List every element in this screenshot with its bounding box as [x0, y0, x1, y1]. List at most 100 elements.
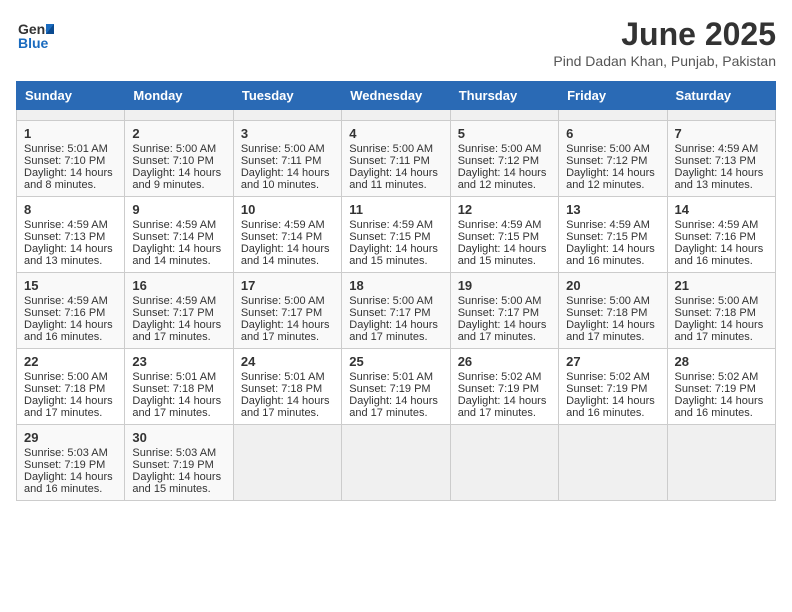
- daylight-text: Daylight: 14 hours and 17 minutes.: [132, 319, 221, 343]
- daylight-text: Daylight: 14 hours and 17 minutes.: [132, 395, 221, 419]
- day-number: 21: [675, 278, 768, 293]
- sunrise-text: Sunrise: 5:00 AM: [132, 143, 216, 155]
- calendar-cell: [125, 110, 233, 121]
- col-saturday: Saturday: [667, 82, 775, 110]
- sunrise-text: Sunrise: 5:00 AM: [566, 295, 650, 307]
- calendar-cell: 12Sunrise: 4:59 AMSunset: 7:15 PMDayligh…: [450, 197, 558, 273]
- calendar-cell: [233, 110, 341, 121]
- sunset-text: Sunset: 7:19 PM: [566, 383, 647, 395]
- sunset-text: Sunset: 7:16 PM: [24, 307, 105, 319]
- calendar-cell: 2Sunrise: 5:00 AMSunset: 7:10 PMDaylight…: [125, 121, 233, 197]
- sunrise-text: Sunrise: 5:00 AM: [566, 143, 650, 155]
- logo: General Blue: [16, 16, 54, 59]
- day-number: 11: [349, 202, 442, 217]
- sunset-text: Sunset: 7:15 PM: [458, 231, 539, 243]
- sunrise-text: Sunrise: 4:59 AM: [241, 219, 325, 231]
- calendar-table: Sunday Monday Tuesday Wednesday Thursday…: [16, 81, 776, 501]
- daylight-text: Daylight: 14 hours and 17 minutes.: [566, 319, 655, 343]
- calendar-cell: 22Sunrise: 5:00 AMSunset: 7:18 PMDayligh…: [17, 349, 125, 425]
- calendar-cell: [342, 425, 450, 501]
- sunrise-text: Sunrise: 5:01 AM: [241, 371, 325, 383]
- sunset-text: Sunset: 7:17 PM: [241, 307, 322, 319]
- sunset-text: Sunset: 7:19 PM: [675, 383, 756, 395]
- sunrise-text: Sunrise: 5:02 AM: [458, 371, 542, 383]
- sunrise-text: Sunrise: 5:00 AM: [458, 295, 542, 307]
- day-number: 15: [24, 278, 117, 293]
- sunset-text: Sunset: 7:10 PM: [24, 155, 105, 167]
- sunrise-text: Sunrise: 4:59 AM: [24, 295, 108, 307]
- sunset-text: Sunset: 7:14 PM: [241, 231, 322, 243]
- sunrise-text: Sunrise: 5:01 AM: [24, 143, 108, 155]
- calendar-cell: 21Sunrise: 5:00 AMSunset: 7:18 PMDayligh…: [667, 273, 775, 349]
- sunset-text: Sunset: 7:18 PM: [24, 383, 105, 395]
- day-number: 7: [675, 126, 768, 141]
- day-number: 16: [132, 278, 225, 293]
- sunrise-text: Sunrise: 5:00 AM: [458, 143, 542, 155]
- col-thursday: Thursday: [450, 82, 558, 110]
- day-number: 6: [566, 126, 659, 141]
- calendar-week-row: [17, 110, 776, 121]
- sunset-text: Sunset: 7:18 PM: [241, 383, 322, 395]
- daylight-text: Daylight: 14 hours and 17 minutes.: [349, 319, 438, 343]
- day-number: 26: [458, 354, 551, 369]
- sunset-text: Sunset: 7:12 PM: [566, 155, 647, 167]
- day-number: 3: [241, 126, 334, 141]
- calendar-cell: 25Sunrise: 5:01 AMSunset: 7:19 PMDayligh…: [342, 349, 450, 425]
- sunrise-text: Sunrise: 5:00 AM: [241, 295, 325, 307]
- day-number: 9: [132, 202, 225, 217]
- col-tuesday: Tuesday: [233, 82, 341, 110]
- calendar-cell: [559, 425, 667, 501]
- day-number: 18: [349, 278, 442, 293]
- daylight-text: Daylight: 14 hours and 16 minutes.: [675, 395, 764, 419]
- daylight-text: Daylight: 14 hours and 17 minutes.: [675, 319, 764, 343]
- sunset-text: Sunset: 7:19 PM: [458, 383, 539, 395]
- calendar-cell: 11Sunrise: 4:59 AMSunset: 7:15 PMDayligh…: [342, 197, 450, 273]
- calendar-cell: [342, 110, 450, 121]
- calendar-cell: 20Sunrise: 5:00 AMSunset: 7:18 PMDayligh…: [559, 273, 667, 349]
- daylight-text: Daylight: 14 hours and 16 minutes.: [675, 243, 764, 267]
- day-number: 10: [241, 202, 334, 217]
- sunrise-text: Sunrise: 4:59 AM: [675, 219, 759, 231]
- day-number: 14: [675, 202, 768, 217]
- calendar-cell: 17Sunrise: 5:00 AMSunset: 7:17 PMDayligh…: [233, 273, 341, 349]
- sunrise-text: Sunrise: 4:59 AM: [675, 143, 759, 155]
- calendar-cell: [17, 110, 125, 121]
- sunset-text: Sunset: 7:15 PM: [349, 231, 430, 243]
- svg-text:Blue: Blue: [18, 35, 49, 51]
- sunset-text: Sunset: 7:10 PM: [132, 155, 213, 167]
- sunset-text: Sunset: 7:16 PM: [675, 231, 756, 243]
- day-number: 23: [132, 354, 225, 369]
- location-subtitle: Pind Dadan Khan, Punjab, Pakistan: [553, 53, 776, 69]
- calendar-cell: 6 Sunrise: 5:00 AMSunset: 7:12 PMDaylight…: [559, 121, 667, 197]
- calendar-cell: 28Sunrise: 5:02 AMSunset: 7:19 PMDayligh…: [667, 349, 775, 425]
- daylight-text: Daylight: 14 hours and 17 minutes.: [241, 395, 330, 419]
- sunrise-text: Sunrise: 4:59 AM: [566, 219, 650, 231]
- sunset-text: Sunset: 7:19 PM: [24, 459, 105, 471]
- day-number: 22: [24, 354, 117, 369]
- calendar-cell: 1Sunrise: 5:01 AMSunset: 7:10 PMDaylight…: [17, 121, 125, 197]
- day-number: 30: [132, 430, 225, 445]
- daylight-text: Daylight: 14 hours and 10 minutes.: [241, 167, 330, 191]
- daylight-text: Daylight: 14 hours and 12 minutes.: [458, 167, 547, 191]
- calendar-cell: 16Sunrise: 4:59 AMSunset: 7:17 PMDayligh…: [125, 273, 233, 349]
- daylight-text: Daylight: 14 hours and 17 minutes.: [458, 395, 547, 419]
- sunrise-text: Sunrise: 5:00 AM: [349, 295, 433, 307]
- page-header: General Blue June 2025 Pind Dadan Khan, …: [16, 16, 776, 69]
- sunrise-text: Sunrise: 5:01 AM: [349, 371, 433, 383]
- calendar-cell: 30Sunrise: 5:03 AMSunset: 7:19 PMDayligh…: [125, 425, 233, 501]
- calendar-week-row: 29Sunrise: 5:03 AMSunset: 7:19 PMDayligh…: [17, 425, 776, 501]
- calendar-cell: 9Sunrise: 4:59 AMSunset: 7:14 PMDaylight…: [125, 197, 233, 273]
- sunrise-text: Sunrise: 5:01 AM: [132, 371, 216, 383]
- daylight-text: Daylight: 14 hours and 12 minutes.: [566, 167, 655, 191]
- daylight-text: Daylight: 14 hours and 11 minutes.: [349, 167, 438, 191]
- sunset-text: Sunset: 7:17 PM: [458, 307, 539, 319]
- calendar-cell: 10Sunrise: 4:59 AMSunset: 7:14 PMDayligh…: [233, 197, 341, 273]
- calendar-week-row: 1Sunrise: 5:01 AMSunset: 7:10 PMDaylight…: [17, 121, 776, 197]
- calendar-cell: 14 Sunrise: 4:59 AMSunset: 7:16 PMDayligh…: [667, 197, 775, 273]
- day-number: 8: [24, 202, 117, 217]
- daylight-text: Daylight: 14 hours and 8 minutes.: [24, 167, 113, 191]
- calendar-cell: 3Sunrise: 5:00 AMSunset: 7:11 PMDaylight…: [233, 121, 341, 197]
- daylight-text: Daylight: 14 hours and 13 minutes.: [24, 243, 113, 267]
- logo-mark: General Blue: [16, 16, 54, 59]
- calendar-week-row: 8Sunrise: 4:59 AMSunset: 7:13 PMDaylight…: [17, 197, 776, 273]
